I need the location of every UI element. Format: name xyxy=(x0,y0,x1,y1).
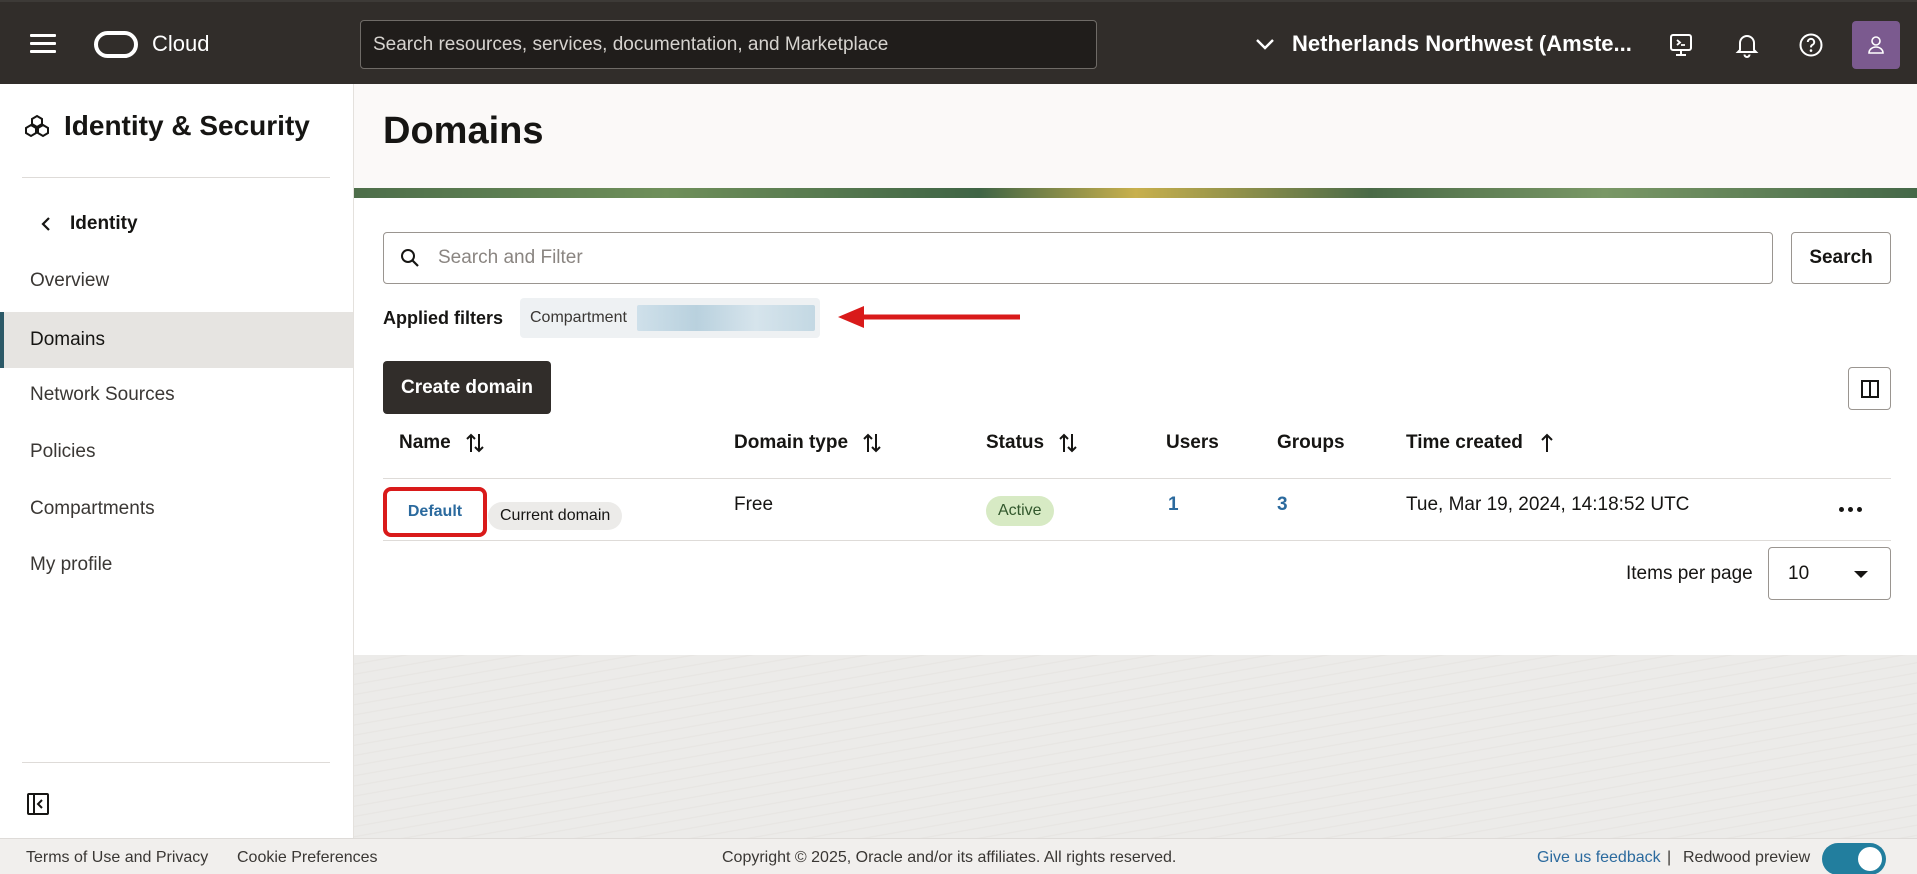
table-row-divider xyxy=(383,540,1891,541)
search-icon xyxy=(401,249,419,267)
bell-icon[interactable] xyxy=(1734,32,1760,58)
column-header-domain-type: Domain type xyxy=(734,432,882,454)
global-search-input[interactable]: Search resources, services, documentatio… xyxy=(360,20,1097,69)
copyright-text: Copyright © 2025, Oracle and/or its affi… xyxy=(722,849,1177,866)
sidebar-item-compartments[interactable]: Compartments xyxy=(0,481,353,537)
top-bar: Cloud Search resources, services, docume… xyxy=(0,0,1917,84)
sort-icon[interactable] xyxy=(1058,432,1078,454)
footer-separator: | xyxy=(1667,849,1672,866)
sidebar: Identity & Security Identity Overview Do… xyxy=(0,84,354,838)
sort-ascending-icon[interactable] xyxy=(1537,432,1557,454)
status-badge: Active xyxy=(986,496,1054,526)
cookie-preferences-link[interactable]: Cookie Preferences xyxy=(237,849,378,867)
search-button[interactable]: Search xyxy=(1791,232,1891,284)
groups-count-link[interactable]: 3 xyxy=(1277,494,1288,516)
items-per-page-value: 10 xyxy=(1788,562,1810,584)
applied-filters-label: Applied filters xyxy=(383,308,504,328)
sidebar-title-text: Identity & Security xyxy=(64,110,310,141)
menu-icon[interactable] xyxy=(30,34,56,54)
sort-icon[interactable] xyxy=(862,432,882,454)
page-title: Domains xyxy=(383,110,544,152)
table-header-divider xyxy=(383,478,1891,479)
main-content: Domains Search and Filter Search Applied… xyxy=(354,84,1917,838)
cloud-shell-icon[interactable] xyxy=(1668,32,1694,58)
sidebar-divider xyxy=(22,177,330,178)
column-header-name: Name xyxy=(399,432,485,454)
toggle-knob xyxy=(1858,847,1882,871)
terms-link[interactable]: Terms of Use and Privacy xyxy=(26,849,208,867)
sort-icon[interactable] xyxy=(465,432,485,454)
brand-name[interactable]: Cloud xyxy=(152,31,209,57)
column-header-users-label: Users xyxy=(1166,432,1219,453)
columns-icon xyxy=(1860,379,1879,398)
sidebar-item-my-profile[interactable]: My profile xyxy=(0,537,353,593)
current-domain-badge: Current domain xyxy=(488,502,623,530)
column-header-domain-type-label: Domain type xyxy=(734,432,849,453)
search-filter-input[interactable]: Search and Filter xyxy=(383,232,1773,284)
help-icon[interactable] xyxy=(1798,32,1824,58)
chevron-left-icon xyxy=(41,217,50,231)
column-header-users: Users xyxy=(1166,432,1219,454)
decorative-background xyxy=(354,655,1917,838)
search-filter-placeholder: Search and Filter xyxy=(438,247,583,268)
time-created-cell: Tue, Mar 19, 2024, 14:18:52 UTC xyxy=(1406,494,1690,515)
items-per-page-label: Items per page xyxy=(1626,563,1753,584)
items-per-page-select[interactable]: 10 xyxy=(1768,547,1891,600)
oracle-logo-icon[interactable] xyxy=(94,31,138,58)
row-actions-menu-icon[interactable] xyxy=(1839,498,1865,520)
column-header-name-label: Name xyxy=(399,432,451,453)
sidebar-back-label: Identity xyxy=(70,213,138,234)
filter-chip-label: Compartment xyxy=(530,309,627,326)
caret-down-icon xyxy=(1854,571,1868,578)
sidebar-item-overview[interactable]: Overview xyxy=(0,253,353,309)
users-count-link[interactable]: 1 xyxy=(1168,494,1179,516)
column-header-status: Status xyxy=(986,432,1078,454)
collapse-sidebar-icon[interactable] xyxy=(26,792,50,816)
sidebar-title: Identity & Security xyxy=(24,110,310,142)
feedback-link[interactable]: Give us feedback xyxy=(1537,849,1661,867)
column-header-groups-label: Groups xyxy=(1277,432,1345,453)
region-selector[interactable]: Netherlands Northwest (Amste... xyxy=(1254,31,1632,57)
domain-name-link[interactable]: Default xyxy=(408,503,462,521)
redwood-preview-label: Redwood preview xyxy=(1683,849,1811,866)
column-header-status-label: Status xyxy=(986,432,1045,453)
sidebar-item-domains[interactable]: Domains xyxy=(0,312,353,368)
table-row-name-highlight: Default xyxy=(383,487,487,537)
compartment-filter-chip[interactable]: Compartment xyxy=(520,298,820,338)
footer: Terms of Use and Privacy Cookie Preferen… xyxy=(0,838,1917,874)
sidebar-divider-bottom xyxy=(22,762,330,763)
sidebar-back-identity[interactable]: Identity xyxy=(40,213,138,235)
user-avatar[interactable] xyxy=(1852,21,1900,69)
page-header: Domains xyxy=(354,84,1917,188)
redwood-preview-toggle[interactable] xyxy=(1822,843,1886,874)
sidebar-item-network-sources[interactable]: Network Sources xyxy=(0,367,353,423)
annotation-arrow xyxy=(838,306,1020,328)
identity-security-icon xyxy=(25,114,49,138)
domain-type-cell: Free xyxy=(734,494,774,515)
region-label: Netherlands Northwest (Amste... xyxy=(1292,31,1632,56)
user-icon xyxy=(1868,36,1884,54)
column-settings-button[interactable] xyxy=(1848,367,1891,410)
chevron-down-icon xyxy=(1256,39,1274,50)
create-domain-button[interactable]: Create domain xyxy=(383,361,551,414)
domains-panel: Search and Filter Search Applied filters… xyxy=(354,198,1917,655)
redacted-compartment-value xyxy=(636,305,815,331)
column-header-groups: Groups xyxy=(1277,432,1345,454)
column-header-time-created: Time created xyxy=(1406,432,1557,454)
column-header-time-created-label: Time created xyxy=(1406,432,1523,453)
sidebar-item-policies[interactable]: Policies xyxy=(0,424,353,480)
